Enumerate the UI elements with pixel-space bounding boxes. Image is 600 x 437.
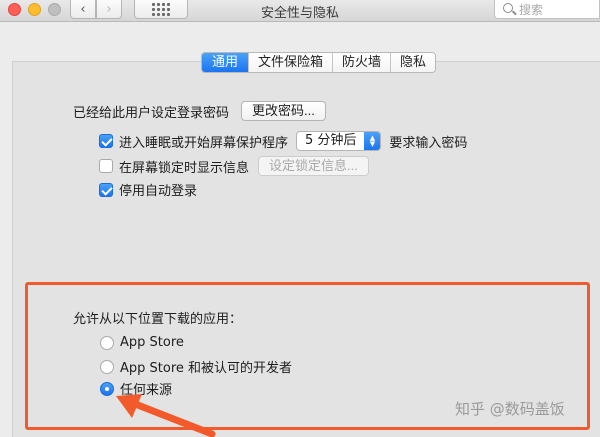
password-delay-select[interactable]: 5 分钟后 ▲ ▼ bbox=[296, 131, 382, 151]
tab-bar: 通用 文件保险箱 防火墙 隐私 bbox=[201, 52, 437, 73]
lock-message-checkbox[interactable] bbox=[99, 159, 113, 173]
search-placeholder: 搜索 bbox=[519, 2, 544, 17]
tab-firewall[interactable]: 防火墙 bbox=[332, 53, 391, 72]
password-label: 已经给此用户设定登录密码 bbox=[73, 105, 230, 121]
require-password-label: 进入睡眠或开始屏幕保护程序 bbox=[119, 135, 289, 151]
tab-privacy[interactable]: 隐私 bbox=[390, 53, 436, 72]
set-lock-message-button[interactable]: 设定锁定信息... bbox=[258, 156, 369, 176]
password-delay-value: 5 分钟后 bbox=[305, 133, 357, 148]
search-icon bbox=[503, 3, 513, 13]
annotation-arrow-icon bbox=[116, 394, 216, 437]
auto-login-row: 停用自动登录 bbox=[99, 180, 197, 199]
require-password-checkbox[interactable] bbox=[99, 134, 113, 148]
search-field[interactable]: 搜索 bbox=[494, 0, 600, 19]
watermark: 知乎 @数码盖饭 bbox=[455, 400, 565, 418]
lock-message-row: 在屏幕锁定时显示信息 设定锁定信息... bbox=[99, 156, 369, 176]
change-password-button[interactable]: 更改密码... bbox=[241, 101, 326, 121]
require-password-row: 进入睡眠或开始屏幕保护程序 5 分钟后 ▲ ▼ 要求输入密码 bbox=[99, 131, 467, 151]
title-bar: ‹ › 安全性与隐私 搜索 bbox=[0, 0, 600, 22]
tab-general[interactable]: 通用 bbox=[202, 53, 249, 72]
disable-auto-login-checkbox[interactable] bbox=[99, 182, 113, 197]
stepper-icon: ▲ ▼ bbox=[364, 132, 381, 150]
tab-filevault[interactable]: 文件保险箱 bbox=[248, 53, 333, 72]
disable-auto-login-label: 停用自动登录 bbox=[119, 184, 198, 199]
password-row: 已经给此用户设定登录密码 更改密码... bbox=[73, 101, 326, 121]
lock-message-label: 在屏幕锁定时显示信息 bbox=[119, 160, 250, 176]
require-password-suffix: 要求输入密码 bbox=[389, 135, 468, 151]
